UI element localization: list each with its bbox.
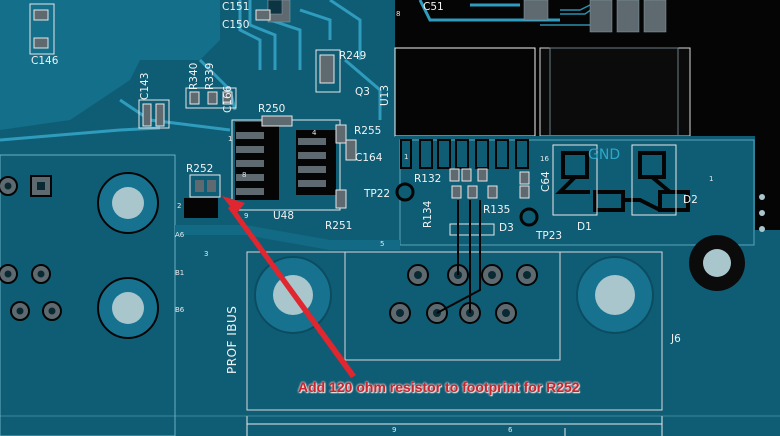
label-r251: R251 xyxy=(325,220,353,232)
label-tp22: TP22 xyxy=(364,188,391,200)
dimension-9: 9 xyxy=(392,426,397,434)
pin-label: 3 xyxy=(204,250,209,258)
pin-label: 1 xyxy=(404,153,409,161)
label-a6: A6 xyxy=(175,231,185,239)
pin-label: 1 xyxy=(709,175,714,183)
pin-label: 8 xyxy=(242,171,247,179)
pin-label: 9 xyxy=(244,212,249,220)
label-d1: D1 xyxy=(577,221,592,233)
label-u13: U13 xyxy=(379,84,391,106)
label-r339: R339 xyxy=(204,62,216,90)
pin-label: 1 xyxy=(228,135,233,143)
pcb-artwork xyxy=(0,0,780,436)
label-r340: R340 xyxy=(188,62,200,90)
annotation-callout: Add 120 ohm resistor to footprint for R2… xyxy=(298,379,580,395)
label-c64: C64 xyxy=(540,171,552,192)
label-profibus: PROF IBUS xyxy=(225,305,239,374)
pcb-layout-view: C151 C150 C51 C146 C143 R340 R339 C166 R… xyxy=(0,0,780,436)
label-r134: R134 xyxy=(422,200,434,228)
label-q3: Q3 xyxy=(355,86,370,98)
pin-label: 2 xyxy=(177,202,182,210)
pin-label: 4 xyxy=(312,129,317,137)
label-c151: C151 xyxy=(222,1,250,13)
pin-label: 5 xyxy=(380,240,385,248)
label-r132: R132 xyxy=(414,173,442,185)
label-r252: R252 xyxy=(186,163,214,175)
label-b1: B1 xyxy=(175,269,185,277)
label-r255: R255 xyxy=(354,125,382,137)
label-d3: D3 xyxy=(499,222,514,234)
pin-label: 8 xyxy=(396,10,401,18)
label-r249: R249 xyxy=(339,50,367,62)
label-c164: C164 xyxy=(355,152,383,164)
label-tp23: TP23 xyxy=(536,230,563,242)
label-c150: C150 xyxy=(222,19,250,31)
label-r135: R135 xyxy=(483,204,511,216)
label-j6: J6 xyxy=(671,333,681,345)
label-c146: C146 xyxy=(31,55,59,67)
label-d2: D2 xyxy=(683,194,698,206)
label-c51: C51 xyxy=(423,1,444,13)
label-c166: C166 xyxy=(222,85,234,113)
label-c143: C143 xyxy=(139,72,151,100)
pin-label: 16 xyxy=(540,155,549,163)
label-r250: R250 xyxy=(258,103,286,115)
label-u48: U48 xyxy=(273,210,295,222)
label-b6: B6 xyxy=(175,306,185,314)
label-gnd-faded: GND xyxy=(588,147,621,163)
dimension-6: 6 xyxy=(508,426,513,434)
